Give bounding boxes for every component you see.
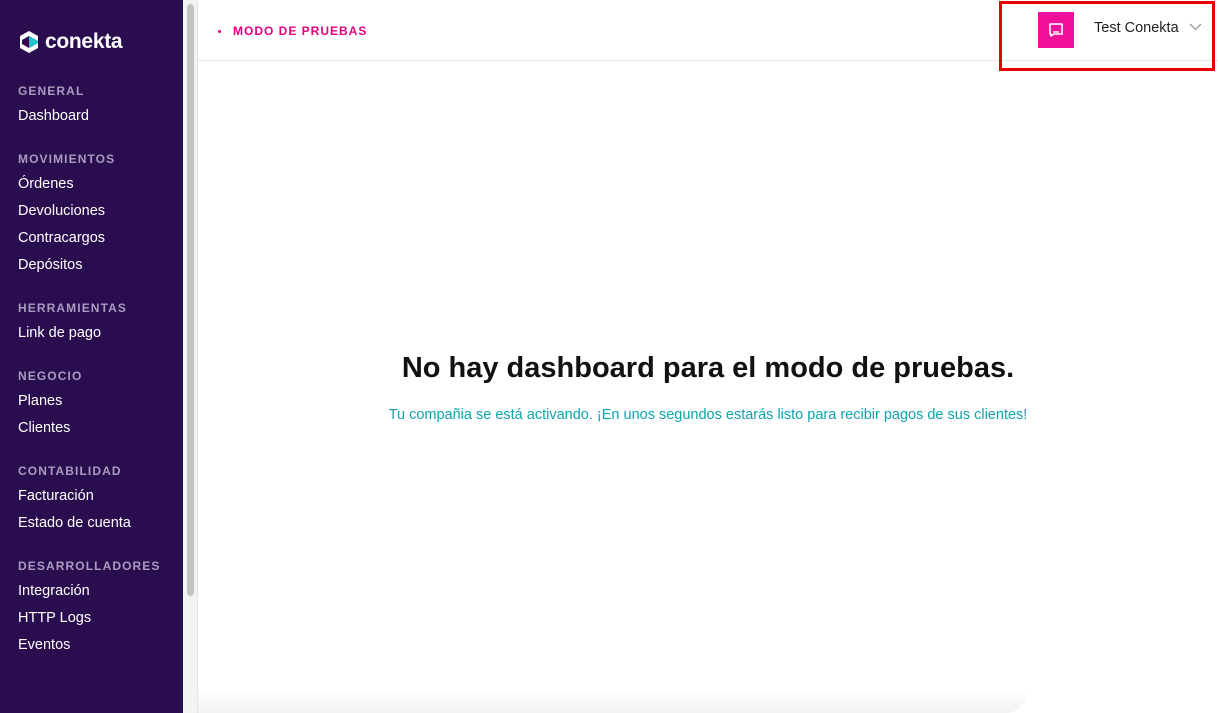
nav-section-title: NEGOCIO bbox=[18, 369, 83, 383]
chevron-down-icon[interactable] bbox=[1189, 23, 1202, 31]
nav-section-contabilidad: CONTABILIDAD Facturación Estado de cuent… bbox=[18, 464, 178, 542]
bottom-shadow bbox=[198, 690, 1028, 713]
account-avatar[interactable] bbox=[1038, 12, 1074, 48]
sidebar-item-clientes[interactable]: Clientes bbox=[18, 420, 178, 447]
nav-section-title: MOVIMIENTOS bbox=[18, 152, 116, 166]
nav-section-title: HERRAMIENTAS bbox=[18, 301, 127, 315]
sidebar-item-contracargos[interactable]: Contracargos bbox=[18, 230, 178, 257]
test-mode-indicator: MODO DE PRUEBAS bbox=[218, 24, 367, 38]
nav-section-general: GENERAL Dashboard bbox=[18, 84, 178, 135]
account-highlight-box bbox=[999, 1, 1215, 71]
nav-section-desarrolladores: DESARROLLADORES Integración HTTP Logs Ev… bbox=[18, 559, 178, 664]
sidebar-scrollbar[interactable] bbox=[183, 0, 198, 713]
nav-section-title: CONTABILIDAD bbox=[18, 464, 122, 478]
mode-label: MODO DE PRUEBAS bbox=[233, 24, 368, 38]
sidebar-item-integracion[interactable]: Integración bbox=[18, 583, 178, 610]
sidebar-item-depositos[interactable]: Depósitos bbox=[18, 257, 178, 284]
nav-section-herramientas: HERRAMIENTAS Link de pago bbox=[18, 301, 178, 352]
sidebar-item-http-logs[interactable]: HTTP Logs bbox=[18, 610, 178, 637]
main-content: No hay dashboard para el modo de pruebas… bbox=[198, 62, 1218, 713]
sidebar-item-facturacion[interactable]: Facturación bbox=[18, 488, 178, 515]
sidebar-nav: GENERAL Dashboard MOVIMIENTOS Órdenes De… bbox=[18, 84, 178, 681]
sidebar: conekta GENERAL Dashboard MOVIMIENTOS Ór… bbox=[0, 0, 183, 713]
sidebar-item-devoluciones[interactable]: Devoluciones bbox=[18, 203, 178, 230]
sidebar-item-estado-de-cuenta[interactable]: Estado de cuenta bbox=[18, 515, 178, 542]
chat-bubble-icon bbox=[1049, 23, 1063, 37]
mode-dot-icon bbox=[218, 29, 221, 33]
sidebar-item-link-de-pago[interactable]: Link de pago bbox=[18, 325, 178, 352]
scrollbar-thumb[interactable] bbox=[187, 4, 194, 596]
brand-name: conekta bbox=[45, 30, 123, 53]
empty-state-message: Tu compañia se está activando. ¡En unos … bbox=[388, 407, 1028, 423]
nav-section-negocio: NEGOCIO Planes Clientes bbox=[18, 369, 178, 447]
empty-state-title: No hay dashboard para el modo de pruebas… bbox=[401, 352, 1015, 384]
sidebar-item-ordenes[interactable]: Órdenes bbox=[18, 176, 178, 203]
sidebar-item-dashboard[interactable]: Dashboard bbox=[18, 108, 178, 135]
brand-logo[interactable]: conekta bbox=[18, 30, 123, 54]
sidebar-item-eventos[interactable]: Eventos bbox=[18, 637, 178, 664]
nav-section-movimientos: MOVIMIENTOS Órdenes Devoluciones Contrac… bbox=[18, 152, 178, 284]
nav-section-title: DESARROLLADORES bbox=[18, 559, 161, 573]
sidebar-item-planes[interactable]: Planes bbox=[18, 393, 178, 420]
account-name[interactable]: Test Conekta bbox=[1094, 20, 1179, 36]
nav-section-title: GENERAL bbox=[18, 84, 85, 98]
conekta-logo-icon bbox=[18, 30, 40, 54]
